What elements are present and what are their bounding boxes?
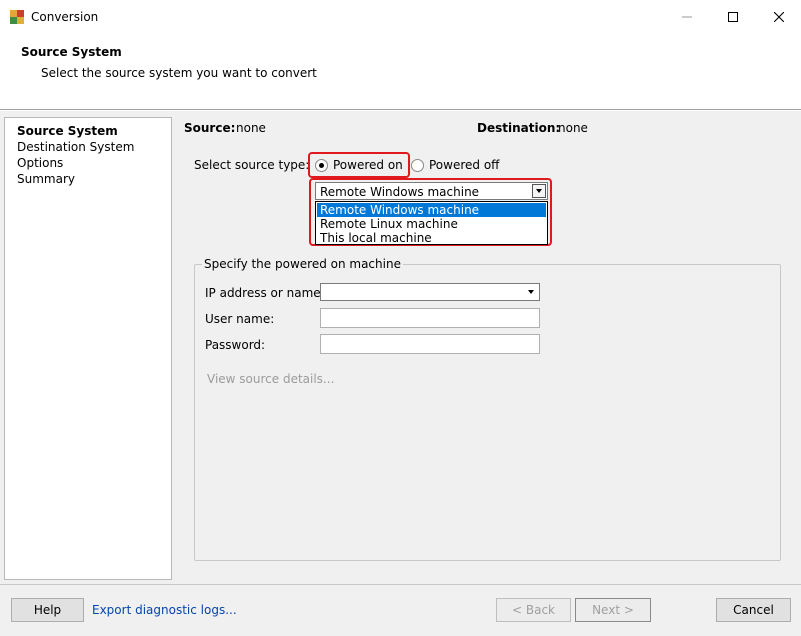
page-subtitle: Select the source system you want to con… [41,66,317,80]
username-field[interactable] [320,308,540,328]
password-label: Password: [205,338,265,352]
powered-off-radio[interactable] [411,159,424,172]
destination-value: none [558,121,588,135]
source-label: Source: [184,121,235,135]
powered-on-label[interactable]: Powered on [333,158,403,172]
nav-item-options[interactable]: Options [17,156,63,170]
username-label: User name: [205,312,274,326]
source-type-label: Select source type: [194,158,309,172]
destination-label: Destination: [477,121,560,135]
minimize-icon [682,12,692,22]
minimize-button[interactable] [664,0,710,34]
source-value: none [236,121,266,135]
dropdown-arrow-button[interactable] [532,184,546,198]
option-local-machine[interactable]: This local machine [317,231,546,245]
ip-dropdown-button[interactable] [524,285,538,299]
option-remote-windows[interactable]: Remote Windows machine [317,203,546,217]
maximize-button[interactable] [710,0,756,34]
title-bar: Conversion [0,0,801,34]
group-title: Specify the powered on machine [202,257,403,271]
export-logs-link[interactable]: Export diagnostic logs... [92,603,237,617]
nav-item-source-system[interactable]: Source System [17,124,118,138]
option-remote-linux[interactable]: Remote Linux machine [317,217,546,231]
view-source-details-link[interactable]: View source details... [207,372,334,386]
chevron-down-icon [536,189,542,193]
machine-type-value: Remote Windows machine [320,185,479,199]
machine-type-options: Remote Windows machine Remote Linux mach… [315,201,548,245]
powered-on-radio[interactable] [315,159,328,172]
window-title: Conversion [31,10,98,24]
app-icon [10,10,24,24]
help-button[interactable]: Help [11,598,84,622]
wizard-nav: Source System Destination System Options… [4,117,172,580]
maximize-icon [728,12,738,22]
powered-off-label[interactable]: Powered off [429,158,499,172]
back-button[interactable]: < Back [496,598,571,622]
page-title: Source System [21,45,122,59]
wizard-header: Source System Select the source system y… [0,34,801,110]
close-button[interactable] [756,0,801,34]
nav-item-summary[interactable]: Summary [17,172,75,186]
next-button[interactable]: Next > [575,598,651,622]
close-icon [774,12,784,22]
chevron-down-icon [528,290,534,294]
password-field[interactable] [320,334,540,354]
nav-item-destination-system[interactable]: Destination System [17,140,134,154]
machine-type-select[interactable]: Remote Windows machine [315,182,548,200]
cancel-button[interactable]: Cancel [716,598,791,622]
ip-label: IP address or name: [205,286,325,300]
ip-address-select[interactable] [320,283,540,301]
